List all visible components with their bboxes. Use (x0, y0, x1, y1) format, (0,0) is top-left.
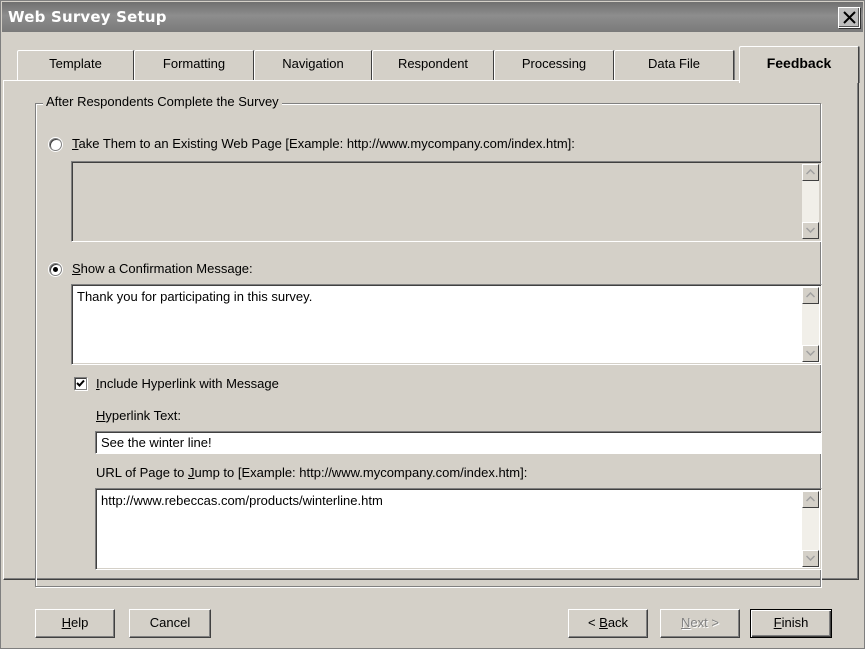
next-button[interactable]: Next > (660, 609, 740, 638)
finish-mnemonic: F (773, 615, 782, 630)
scroll-up-button[interactable] (802, 491, 819, 508)
help-label: elp (71, 615, 89, 630)
include-hyperlink-label-text: nclude Hyperlink with Message (99, 376, 279, 391)
finish-button[interactable]: Finish (750, 609, 832, 638)
hyperlink-text-value: See the winter line! (101, 435, 212, 450)
scroll-down-button[interactable] (802, 222, 819, 239)
next-label: ext > (690, 615, 719, 630)
existing-page-radio[interactable] (49, 138, 62, 151)
tab-respondent[interactable]: Respondent (372, 50, 494, 82)
arrow-up-icon (806, 169, 815, 175)
existing-page-label-text: ake Them to an Existing Web Page [Exampl… (78, 136, 575, 151)
close-button[interactable] (838, 7, 860, 28)
back-mnemonic: B (599, 615, 608, 630)
tab-processing[interactable]: Processing (494, 50, 614, 82)
help-mnemonic: H (61, 615, 72, 630)
existing-page-label[interactable]: Take Them to an Existing Web Page [Examp… (72, 136, 575, 151)
hyperlink-text-input[interactable]: See the winter line! (95, 431, 822, 454)
confirmation-message-value: Thank you for participating in this surv… (77, 289, 313, 304)
tab-formatting[interactable]: Formatting (134, 50, 254, 82)
window-title: Web Survey Setup (8, 8, 167, 26)
arrow-down-icon (806, 350, 815, 356)
close-icon (843, 11, 856, 24)
tab-data-file[interactable]: Data File (614, 50, 734, 82)
tab-template[interactable]: Template (17, 50, 134, 82)
checkmark-icon (76, 379, 85, 387)
existing-page-url-field[interactable] (71, 161, 822, 242)
next-mnemonic: N (681, 615, 691, 630)
scroll-up-button[interactable] (802, 287, 819, 304)
finish-label: inish (781, 615, 809, 630)
tab-navigation[interactable]: Navigation (254, 50, 372, 82)
confirmation-mnemonic: S (72, 261, 81, 276)
hyperlink-text-label: Hyperlink Text: (96, 408, 181, 423)
back-label: ack (607, 615, 629, 630)
hyperlink-text-mnemonic: H (96, 408, 106, 423)
tab-feedback[interactable]: Feedback (739, 46, 859, 83)
cancel-button[interactable]: Cancel (129, 609, 211, 638)
confirmation-message-textarea[interactable]: Thank you for participating in this surv… (71, 284, 822, 365)
hyperlink-text-label-text: yperlink Text: (105, 408, 182, 423)
url-jump-label: URL of Page to Jump to [Example: http://… (96, 465, 527, 480)
url-jump-label-pre: URL of Page to (96, 465, 189, 480)
arrow-up-icon (806, 292, 815, 298)
scroll-up-button[interactable] (802, 164, 819, 181)
arrow-down-icon (806, 555, 815, 561)
confirmation-label-text: how a Confirmation Message: (80, 261, 253, 276)
title-bar[interactable]: Web Survey Setup (2, 2, 863, 32)
confirmation-scrollbar[interactable] (802, 287, 819, 362)
help-button[interactable]: Help (35, 609, 115, 638)
confirmation-message-radio[interactable] (49, 263, 62, 276)
existing-page-scrollbar[interactable] (802, 164, 819, 239)
scroll-down-button[interactable] (802, 345, 819, 362)
arrow-down-icon (806, 227, 815, 233)
group-label: After Respondents Complete the Survey (43, 94, 282, 109)
url-jump-textarea[interactable]: http://www.rebeccas.com/products/winterl… (95, 488, 822, 570)
back-button[interactable]: < Back (568, 609, 648, 638)
url-scrollbar[interactable] (802, 491, 819, 567)
include-hyperlink-checkbox[interactable] (74, 377, 87, 390)
confirmation-message-label[interactable]: Show a Confirmation Message: (72, 261, 253, 276)
scroll-down-button[interactable] (802, 550, 819, 567)
url-jump-value: http://www.rebeccas.com/products/winterl… (101, 493, 383, 508)
include-hyperlink-label[interactable]: Include Hyperlink with Message (96, 376, 279, 391)
back-pre: < (587, 615, 600, 630)
arrow-up-icon (806, 496, 815, 502)
url-jump-label-post: ump to [Example: http://www.mycompany.co… (194, 465, 528, 480)
